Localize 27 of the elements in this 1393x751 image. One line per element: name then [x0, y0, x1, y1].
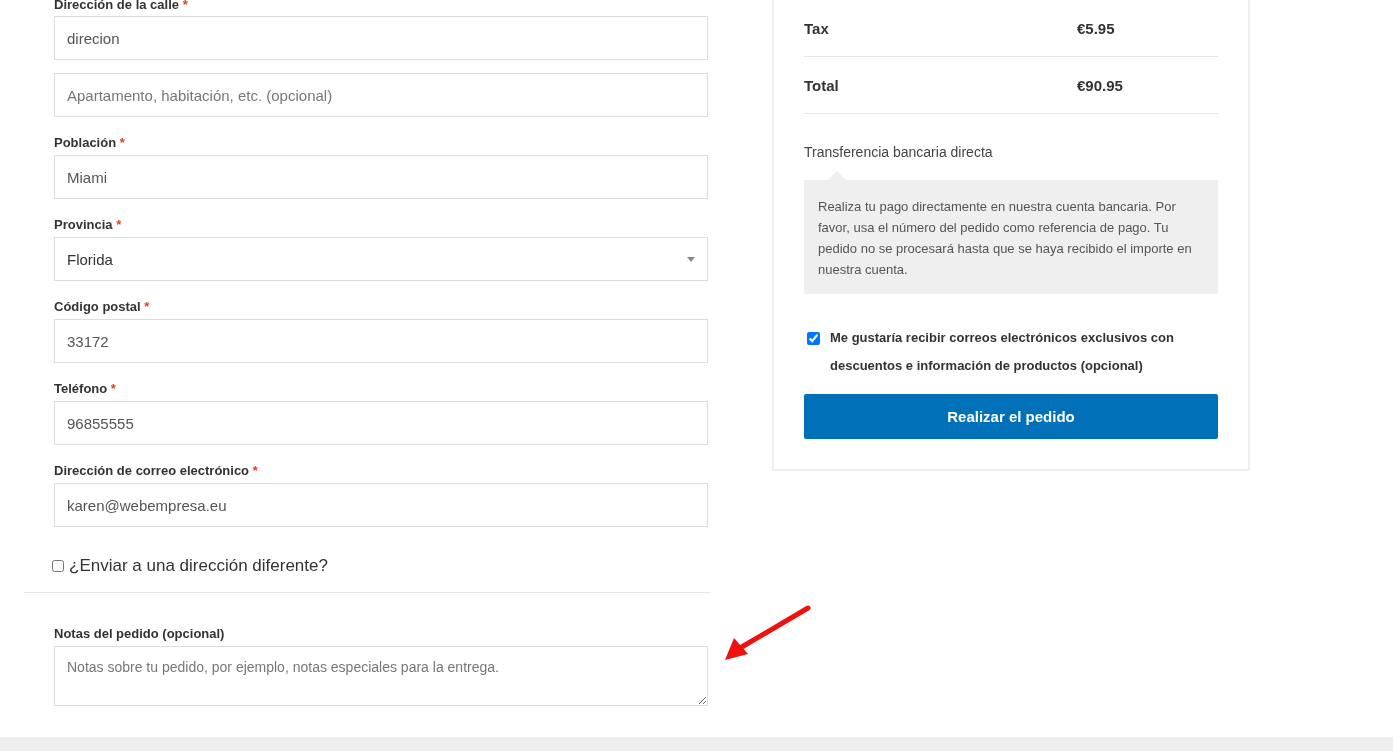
notes-textarea[interactable]: Notas sobre tu pedido, por ejemplo, notas especiales para la entrega. [54, 646, 708, 706]
text-field[interactable]: direcion [54, 16, 708, 60]
checkbox[interactable] [807, 332, 820, 345]
province-select[interactable]: Florida [54, 237, 708, 281]
field-label: Código postal * [54, 298, 151, 315]
text-field[interactable]: 96855555 [54, 401, 708, 445]
field-label: Dirección de la calle * [54, 0, 189, 13]
checkbox[interactable] [52, 560, 64, 572]
place-order-button[interactable]: Realizar el pedido [804, 394, 1218, 439]
field-label: Teléfono * [54, 380, 117, 397]
checkbox-label: Me gustaría recibir correos electrónicos exclusivos con descuentos e información de productos (opcional) [830, 329, 1175, 375]
text-field[interactable]: Apartamento, habitación, etc. (opcional) [54, 73, 708, 117]
text-field[interactable]: Miami [54, 155, 708, 199]
payment-method-label: Transferencia bancaria directa [804, 144, 994, 160]
summary-amount: €90.95 [1077, 76, 1124, 94]
field-label: Dirección de correo electrónico * [54, 462, 259, 479]
summary-label: Tax [804, 19, 830, 37]
payment-description: Realiza tu pago directamente en nuestra cuenta bancaria. Por favor, usa el número del pedido como referencia de pago. Tu pedido no se procesará hasta que se haya recibido el importe en nuestra cuenta. [804, 180, 1218, 294]
notes-label: Notas del pedido (opcional) [54, 625, 226, 642]
caret-icon [687, 256, 695, 262]
checkbox-label: ¿Enviar a una dirección diferente? [69, 556, 328, 576]
text-field[interactable]: karen@webempresa.eu [54, 483, 708, 527]
summary-label: Total [804, 76, 840, 94]
field-label: Población * [54, 134, 126, 151]
summary-amount: €5.95 [1077, 19, 1116, 37]
text-field[interactable]: 33172 [54, 319, 708, 363]
field-label: Provincia * [54, 216, 123, 233]
